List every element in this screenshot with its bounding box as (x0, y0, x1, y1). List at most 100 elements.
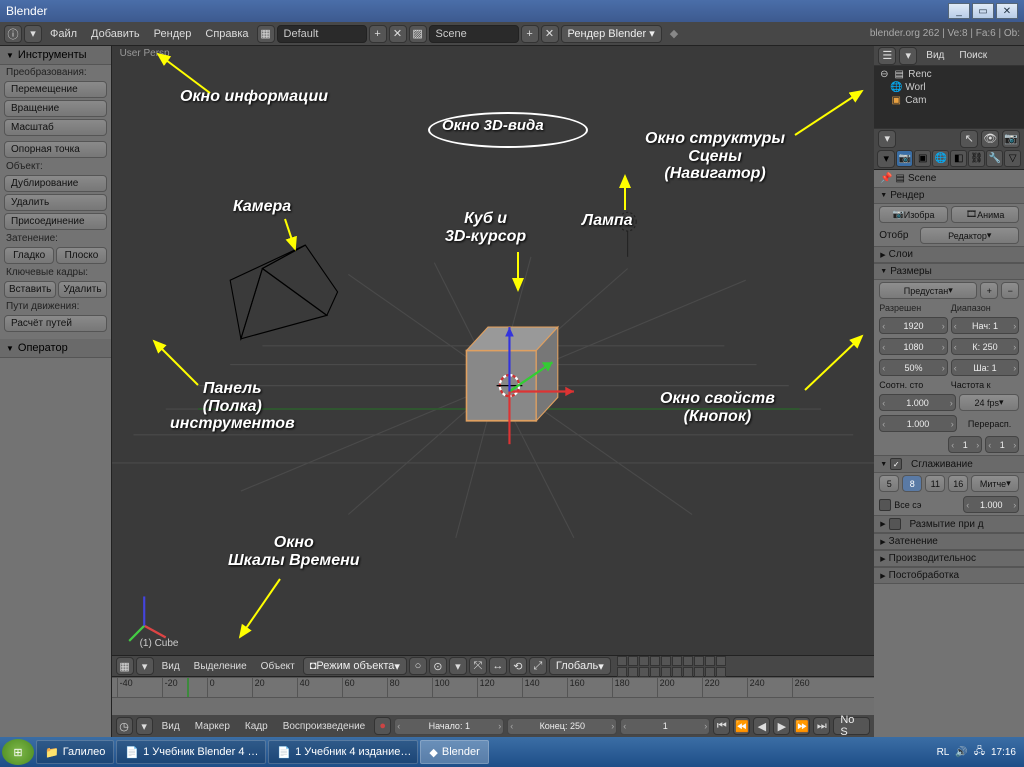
outliner-camera-icon[interactable]: 📷 (1002, 130, 1020, 148)
jump-start-icon[interactable]: ⏮ (713, 717, 730, 735)
view3d-editor-icon[interactable]: ▦ (116, 657, 134, 675)
outliner-editor-icon[interactable]: ☰ (878, 47, 896, 65)
props-editor-icon[interactable]: ▾ (877, 150, 895, 168)
tab-constraints[interactable]: ⛓ (968, 150, 985, 167)
start-button[interactable]: ⊞ (2, 739, 34, 765)
editor-type-icon[interactable]: ⓘ (4, 25, 22, 43)
fps-select[interactable]: 24 fps ▾ (959, 394, 1020, 411)
tab-data[interactable]: ▽ (1004, 150, 1021, 167)
sync-select[interactable]: No S (833, 717, 870, 735)
insert-key-button[interactable]: Вставить (4, 281, 56, 298)
manip-toggle[interactable]: ⤧ (469, 657, 487, 675)
remap-old-field[interactable]: 1 (948, 436, 982, 453)
scene-browse-icon[interactable]: ▨ (409, 25, 427, 43)
mblur-checkbox[interactable] (889, 518, 901, 530)
aa-5-button[interactable]: 5 (879, 475, 899, 492)
scene-del-button[interactable]: ✕ (541, 25, 559, 43)
manip-rotate-icon[interactable]: ⟲ (509, 657, 527, 675)
remap-new-field[interactable]: 1 (985, 436, 1019, 453)
step-back-icon[interactable]: ⏪ (733, 717, 750, 735)
task-item[interactable]: ◆ Blender (420, 740, 488, 764)
task-item[interactable]: 📄 1 Учебник Blender 4 … (116, 740, 266, 764)
start-frame-field[interactable]: Начало: 1 (394, 718, 504, 735)
menu-view3d-view[interactable]: Вид (156, 661, 186, 672)
menu-view3d-select[interactable]: Выделение (188, 661, 253, 672)
end-frame-field[interactable]: Конец: 250 (507, 718, 617, 735)
jump-end-icon[interactable]: ⏭ (813, 717, 830, 735)
outliner-cursor-icon[interactable]: ↖ (960, 130, 978, 148)
outliner-expand-icon[interactable]: ▾ (899, 47, 917, 65)
timeline-ruler[interactable]: -40-200204060801001201401601802002202402… (112, 678, 875, 698)
flat-button[interactable]: Плоско (56, 247, 106, 264)
view3d-viewport[interactable]: User Persp (112, 46, 875, 655)
timeline-editor-icon[interactable]: ◷ (116, 717, 133, 735)
res-pct-field[interactable]: 50% (879, 359, 948, 376)
operator-panel-header[interactable]: Оператор (0, 339, 111, 358)
aa-11-button[interactable]: 11 (925, 475, 945, 492)
shading-solid-icon[interactable]: ○ (409, 657, 427, 675)
aspect-y-field[interactable]: 1.000 (879, 415, 957, 432)
system-tray[interactable]: RL 🔊 🖧 17:16 (931, 744, 1022, 761)
minimize-button[interactable]: _ (948, 3, 970, 19)
tab-object[interactable]: ◧ (950, 150, 967, 167)
duplicate-button[interactable]: Дублирование (4, 175, 107, 192)
layout-name-field[interactable]: Default (277, 25, 367, 43)
panel-shading[interactable]: Затенение (874, 533, 1024, 550)
clock[interactable]: 17:16 (991, 747, 1016, 758)
tab-modifiers[interactable]: 🔧 (986, 150, 1003, 167)
panel-mblur[interactable]: Размытие при д (874, 515, 1024, 533)
maximize-button[interactable]: ▭ (972, 3, 994, 19)
calc-paths-button[interactable]: Расчёт путей (4, 315, 107, 332)
origin-button[interactable]: Опорная точка (4, 141, 107, 158)
tools-panel-header[interactable]: Инструменты (0, 46, 111, 65)
panel-layers[interactable]: Слои (874, 246, 1024, 263)
tray-icon[interactable]: 🖧 (974, 744, 985, 761)
view3d-expand-icon[interactable]: ▾ (136, 657, 154, 675)
scale-button[interactable]: Масштаб (4, 119, 107, 136)
menu-render[interactable]: Рендер (148, 28, 198, 40)
outliner-tree[interactable]: ⊖▤Renc 🌐Worl ▣Cam (874, 66, 1024, 128)
panel-dimensions[interactable]: Размеры (874, 263, 1024, 280)
tab-scene[interactable]: ▣ (914, 150, 931, 167)
menu-add[interactable]: Добавить (85, 28, 146, 40)
scene-name-field[interactable]: Scene (429, 25, 519, 43)
manip-translate-icon[interactable]: ↔ (489, 657, 507, 675)
menu-help[interactable]: Справка (199, 28, 254, 40)
panel-perf[interactable]: Производительнос (874, 550, 1024, 567)
res-x-field[interactable]: 1920 (879, 317, 948, 334)
lang-indicator[interactable]: RL (937, 747, 950, 758)
frame-step-field[interactable]: Ша: 1 (951, 359, 1020, 376)
preset-add-button[interactable]: + (980, 282, 998, 299)
tray-icon[interactable]: 🔊 (955, 747, 967, 758)
rotate-button[interactable]: Вращение (4, 100, 107, 117)
preset-del-button[interactable]: − (1001, 282, 1019, 299)
orient-select[interactable]: Глобаль ▾ (549, 657, 611, 675)
outliner-menu-view[interactable]: Вид (920, 50, 950, 61)
lamp-object[interactable] (619, 212, 636, 257)
pivot-expand-icon[interactable]: ▾ (449, 657, 467, 675)
mode-select[interactable]: ◘ Режим объекта ▾ (303, 657, 407, 675)
tl-menu-view[interactable]: Вид (156, 721, 186, 732)
task-item[interactable]: 📁 Галилео (36, 740, 114, 764)
aa-16-button[interactable]: 16 (948, 475, 968, 492)
record-icon[interactable]: ● (374, 717, 391, 735)
delete-button[interactable]: Удалить (4, 194, 107, 211)
frame-end-field[interactable]: К: 250 (951, 338, 1020, 355)
join-button[interactable]: Присоединение (4, 213, 107, 230)
layout-add-button[interactable]: + (369, 25, 387, 43)
play-rev-icon[interactable]: ◀ (753, 717, 770, 735)
cube-object[interactable] (466, 327, 557, 421)
layer-buttons[interactable] (617, 656, 726, 677)
scene-add-button[interactable]: + (521, 25, 539, 43)
manip-scale-icon[interactable]: ⤢ (529, 657, 547, 675)
close-button[interactable]: ✕ (996, 3, 1018, 19)
expand-menu-icon[interactable]: ▾ (24, 25, 42, 43)
step-fwd-icon[interactable]: ⏩ (793, 717, 810, 735)
timeline-expand-icon[interactable]: ▾ (136, 717, 153, 735)
aspect-x-field[interactable]: 1.000 (879, 394, 956, 411)
filter-size-field[interactable]: 1.000 (963, 496, 1019, 513)
smooth-button[interactable]: Гладко (4, 247, 54, 264)
pivot-icon[interactable]: ⊙ (429, 657, 447, 675)
layout-del-button[interactable]: ✕ (389, 25, 407, 43)
preset-select[interactable]: Предустан ▾ (879, 282, 977, 299)
